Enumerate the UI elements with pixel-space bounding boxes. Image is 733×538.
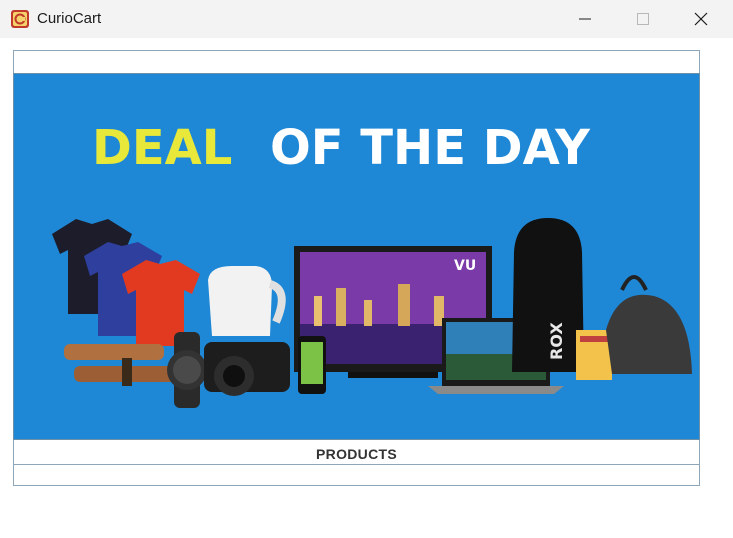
products-heading: PRODUCTS xyxy=(316,446,397,462)
products-panel: PRODUCTS xyxy=(13,440,700,486)
book-image xyxy=(576,330,612,380)
deal-of-the-day-banner[interactable]: DEAL OF THE DAY VU ROX xyxy=(13,73,700,440)
banner-headline-accent: DEAL xyxy=(92,120,232,176)
window-title: CurioCart xyxy=(37,10,102,27)
minimize-button[interactable] xyxy=(556,0,614,38)
close-icon xyxy=(694,12,708,26)
app-cart-icon xyxy=(11,10,29,28)
maximize-button[interactable] xyxy=(614,0,672,38)
backpack-image: ROX xyxy=(512,218,584,372)
maximize-icon xyxy=(637,13,649,25)
tv-brand-logo: VU xyxy=(454,258,476,274)
window-titlebar[interactable]: CurioCart xyxy=(0,0,733,38)
banner-illustration: DEAL OF THE DAY VU ROX xyxy=(14,74,699,439)
minimize-icon xyxy=(579,18,591,20)
top-row xyxy=(13,50,700,74)
backpack-brand-logo: ROX xyxy=(547,322,566,360)
camera-image xyxy=(204,342,290,396)
panel-divider xyxy=(14,464,699,465)
banner-headline-main: OF THE DAY xyxy=(270,120,591,176)
close-button[interactable] xyxy=(672,0,730,38)
phone-image xyxy=(298,336,326,394)
